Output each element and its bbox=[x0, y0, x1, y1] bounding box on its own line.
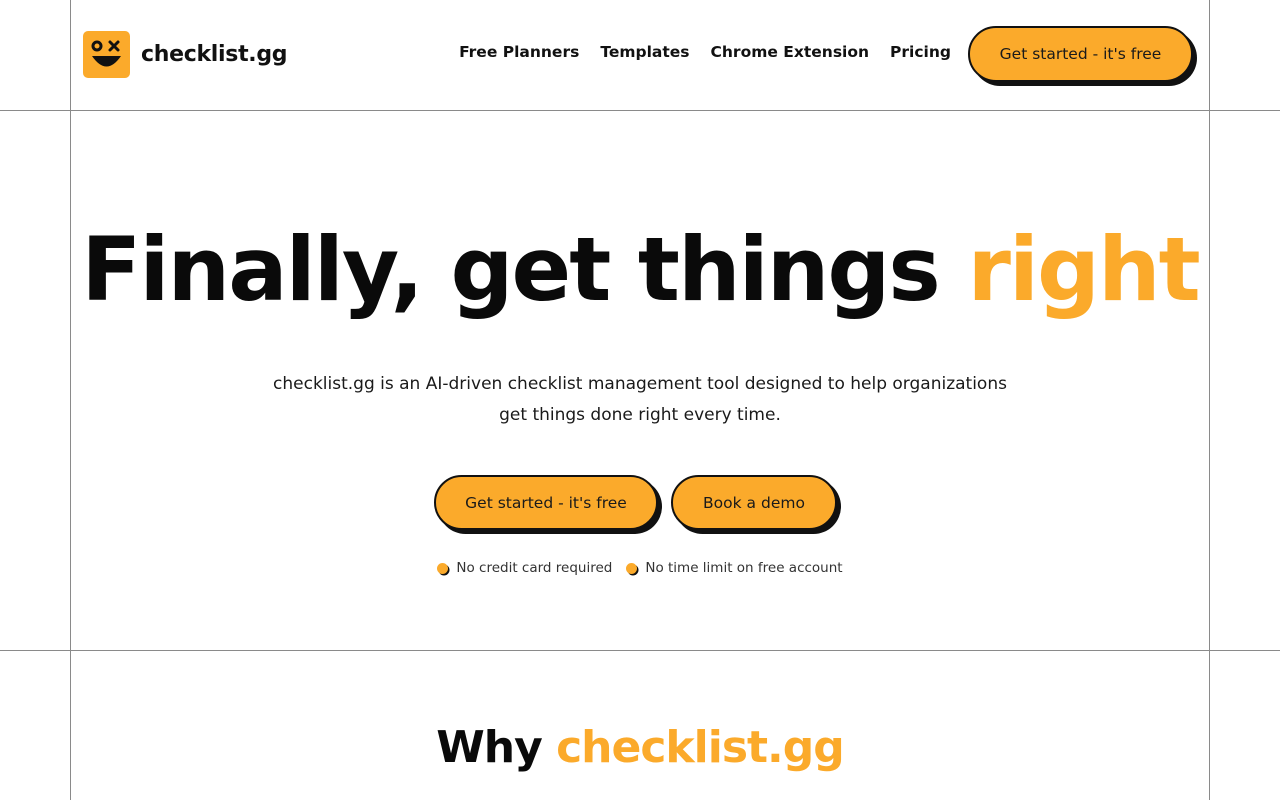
perks-list: No credit card required No time limit on… bbox=[0, 560, 1280, 576]
hero-get-started-button[interactable]: Get started - it's free bbox=[434, 475, 658, 530]
logo-text: checklist.gg bbox=[141, 42, 288, 67]
logo-link[interactable]: checklist.gg bbox=[83, 31, 288, 78]
hero-title: Finally, get things right bbox=[0, 218, 1280, 321]
nav-pricing[interactable]: Pricing bbox=[890, 43, 951, 61]
nav-chrome-extension[interactable]: Chrome Extension bbox=[711, 43, 870, 61]
perk-label: No credit card required bbox=[456, 560, 613, 576]
page: checklist.gg Free Planners Templates Chr… bbox=[0, 0, 1280, 800]
header-get-started-button[interactable]: Get started - it's free bbox=[968, 26, 1193, 82]
perk-label: No time limit on free account bbox=[645, 560, 843, 576]
bullet-dot-icon bbox=[626, 562, 638, 574]
hero-subtitle-line-2: get things done right every time. bbox=[499, 405, 781, 425]
perk-item: No credit card required bbox=[437, 560, 612, 576]
hero-subtitle: checklist.gg is an AI-driven checklist m… bbox=[240, 369, 1040, 431]
grid-line-section bbox=[0, 650, 1280, 651]
smiley-logo-icon bbox=[83, 31, 130, 78]
nav-templates[interactable]: Templates bbox=[600, 43, 689, 61]
grid-line-header bbox=[0, 110, 1280, 111]
grid-line-left bbox=[70, 0, 71, 800]
hero-title-main: Finally, get things bbox=[81, 218, 968, 321]
hero-subtitle-line-1: checklist.gg is an AI-driven checklist m… bbox=[273, 374, 1007, 394]
why-title-accent: checklist.gg bbox=[556, 722, 845, 773]
nav-free-planners[interactable]: Free Planners bbox=[459, 43, 579, 61]
book-demo-button[interactable]: Book a demo bbox=[671, 475, 837, 530]
main-nav: Free Planners Templates Chrome Extension… bbox=[459, 43, 951, 61]
perk-item: No time limit on free account bbox=[626, 560, 843, 576]
bullet-dot-icon bbox=[437, 562, 449, 574]
hero-title-accent: right bbox=[967, 218, 1200, 321]
why-title-main: Why bbox=[436, 722, 557, 773]
why-title: Why checklist.gg bbox=[0, 722, 1280, 773]
grid-line-right bbox=[1209, 0, 1210, 800]
